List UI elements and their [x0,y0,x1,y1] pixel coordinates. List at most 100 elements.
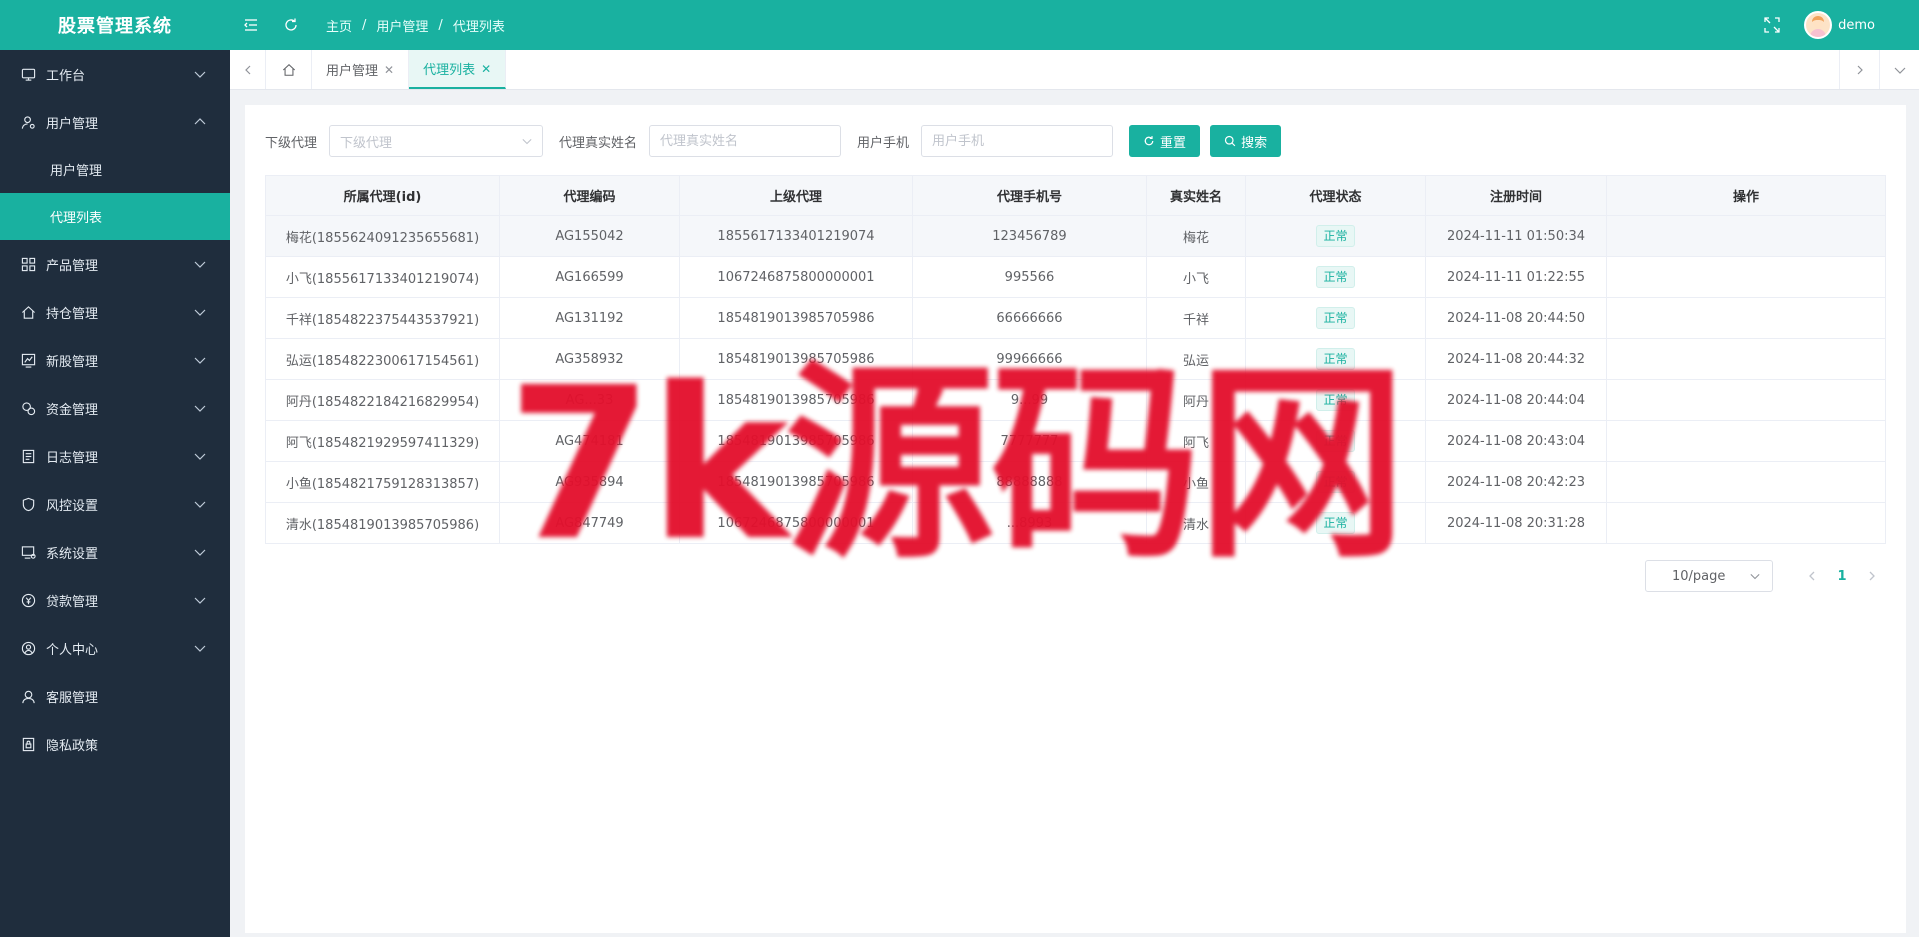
log-icon [20,448,36,464]
grid-icon [20,256,36,272]
page-size-select[interactable]: 10/page [1645,560,1773,592]
tab-home[interactable] [266,50,312,89]
sidebar-item-label: 隐私政策 [46,738,99,754]
table-cell: 阿飞 [1146,420,1246,462]
status-cell: 正常 [1245,338,1426,380]
sidebar-item-label: 风控设置 [46,498,99,514]
close-icon[interactable]: ✕ [481,62,491,76]
sub-agent-select[interactable]: 下级代理 [329,125,544,157]
tabs-scroll-right-button[interactable] [1839,50,1879,89]
status-cell: 正常 [1245,297,1426,339]
sidebar-subitem-agent-list[interactable]: 代理列表 [0,193,230,240]
refresh-icon[interactable] [282,16,300,34]
table-row[interactable]: 梅花(1855624091235655681) AG155042 185561713… [265,215,1886,257]
house-icon [20,304,36,320]
sidebar-item-label: 个人中心 [46,642,99,658]
sidebar-item-label: 客服管理 [46,690,99,706]
search-label: 搜索 [1241,135,1268,151]
table-cell: 弘运(1854822300617154561) [265,338,500,380]
column-header: 代理手机号 [912,175,1147,216]
chevron-down-icon [1750,571,1760,581]
sidebar-item-risk-settings[interactable]: 风控设置 [0,480,230,528]
chevron-down-icon [194,498,206,510]
table-cell: 2024-11-08 20:31:28 [1425,502,1607,544]
table-cell: AG155042 [499,215,680,257]
chevron-down-icon [194,306,206,318]
shield-icon [20,496,36,512]
collapse-menu-icon[interactable] [242,16,260,34]
sidebar-item-label: 资金管理 [46,402,99,418]
sidebar-item-system-settings[interactable]: 系统设置 [0,528,230,576]
sidebar-item-log-management[interactable]: 日志管理 [0,432,230,480]
table-cell: ...8993 [912,502,1147,544]
status-badge: 正常 [1316,348,1355,370]
actions-cell [1606,379,1886,421]
actions-cell [1606,502,1886,544]
prev-page-button[interactable] [1797,561,1827,591]
avatar[interactable] [1804,11,1833,39]
chevron-down-icon [194,450,206,462]
table-row[interactable]: 小飞(1855617133401219074) AG166599 106724687… [265,256,1886,298]
page-size-value: 10/page [1672,568,1726,584]
sidebar-item-personal-center[interactable]: 个人中心 [0,624,230,672]
status-badge: 正常 [1316,225,1355,247]
page-number[interactable]: 1 [1827,561,1857,591]
status-cell: 正常 [1245,461,1426,503]
tabs-scroll-left-button[interactable] [230,50,266,89]
coin-icon [20,592,36,608]
chevron-left-icon [1809,571,1815,581]
chart-board-icon [20,352,36,368]
breadcrumb: 主页 / 用户管理 / 代理列表 [326,16,505,35]
sidebar-item-position-management[interactable]: 持仓管理 [0,288,230,336]
actions-cell [1606,297,1886,339]
search-button[interactable]: 搜索 [1210,125,1282,157]
status-badge: 正常 [1316,266,1355,288]
reset-button[interactable]: 重置 [1129,125,1201,157]
table-cell: 2024-11-11 01:22:55 [1425,256,1607,298]
next-page-button[interactable] [1857,561,1887,591]
tabs-dropdown-button[interactable] [1879,50,1919,89]
table-header-row: 所属代理(id) 代理编码 上级代理 代理手机号 真实姓名 代理状态 注册时间 … [265,175,1886,216]
tab-agent-list[interactable]: 代理列表 ✕ [409,50,507,89]
sidebar-item-user-management[interactable]: 用户管理 [0,98,230,146]
breadcrumb-home[interactable]: 主页 [326,16,352,35]
breadcrumb-user-management[interactable]: 用户管理 [376,16,428,35]
tab-user-management[interactable]: 用户管理 ✕ [312,50,410,89]
table-cell: 清水(1854819013985705986) [265,502,500,544]
phone-input[interactable] [921,125,1114,157]
status-badge: 正常 [1316,471,1355,493]
username[interactable]: demo [1838,18,1875,33]
sidebar-item-new-stock-management[interactable]: 新股管理 [0,336,230,384]
close-icon[interactable]: ✕ [384,63,394,77]
table-row[interactable]: 小鱼(1854821759128313857) AG935894 185481901… [265,461,1886,503]
table-cell: 2024-11-08 20:44:04 [1425,379,1607,421]
column-header: 真实姓名 [1146,175,1246,216]
table-row[interactable]: 阿丹(1854822184216829954) AG...33 1854819013… [265,379,1886,421]
status-cell: 正常 [1245,420,1426,462]
table-cell: 2024-11-08 20:43:04 [1425,420,1607,462]
table-row[interactable]: 清水(1854819013985705986) AG847749 106724687… [265,502,1886,544]
sidebar-item-fund-management[interactable]: 资金管理 [0,384,230,432]
tabs-bar: 用户管理 ✕ 代理列表 ✕ [230,50,1919,90]
sidebar-subitem-user-management[interactable]: 用户管理 [0,146,230,193]
table-cell: 1854819013985705986 [679,461,913,503]
status-badge: 正常 [1316,430,1355,452]
sidebar-item-privacy-policy[interactable]: 隐私政策 [0,720,230,768]
sidebar-item-product-management[interactable]: 产品管理 [0,240,230,288]
sidebar-item-customer-service[interactable]: 客服管理 [0,672,230,720]
table-row[interactable]: 阿飞(1854821929597411329) AG474181 185481901… [265,420,1886,462]
chevron-left-icon [244,65,250,74]
table-row[interactable]: 千祥(1854822375443537921) AG131192 185481901… [265,297,1886,339]
table-cell: 小鱼(1854821759128313857) [265,461,500,503]
chevron-down-icon [1894,67,1905,74]
fullscreen-icon[interactable] [1764,17,1780,33]
sidebar-item-loan-management[interactable]: 贷款管理 [0,576,230,624]
sidebar-item-dashboard[interactable]: 工作台 [0,50,230,98]
refresh-icon [1144,136,1154,146]
table-cell: AG131192 [499,297,680,339]
table-row[interactable]: 弘运(1854822300617154561) AG358932 185481901… [265,338,1886,380]
real-name-input[interactable] [649,125,842,157]
status-cell: 正常 [1245,215,1426,257]
main-card: 下级代理 下级代理 代理真实姓名 用户手机 重置 搜索 所属代理(id) 代理编… [245,105,1906,933]
sub-agent-label: 下级代理 [265,135,318,151]
